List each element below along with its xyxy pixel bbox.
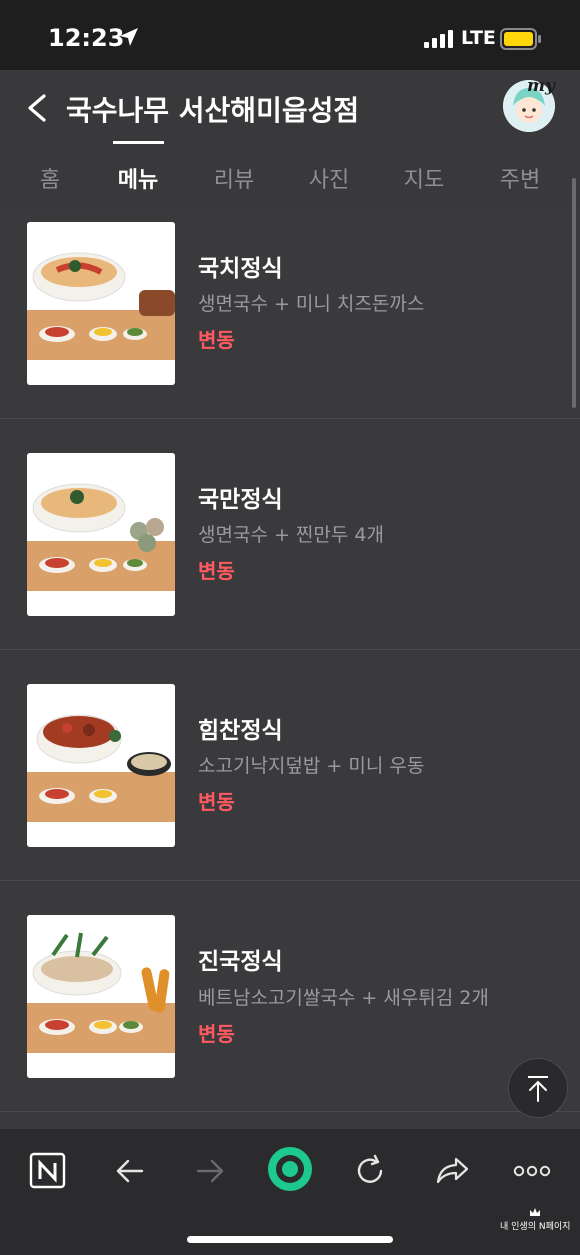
menu-item-price: 변동 <box>198 790 235 814</box>
naver-home-icon[interactable] <box>26 1149 70 1193</box>
green-dot-icon[interactable] <box>266 1145 314 1193</box>
menu-item-desc: 베트남소고기쌀국수 + 새우튀김 2개 <box>198 987 489 1009</box>
brand-note: 내 인생의 N페이지 <box>500 1222 571 1232</box>
divider <box>0 418 580 419</box>
menu-photo <box>27 453 175 616</box>
menu-photo <box>27 222 175 385</box>
crown-icon <box>530 1208 540 1216</box>
divider <box>0 1111 580 1112</box>
divider <box>0 880 580 881</box>
share-icon[interactable] <box>430 1149 474 1193</box>
list-item[interactable]: 힘찬정식 소고기낙지덮밥 + 미니 우동 변동 <box>0 667 580 897</box>
menu-item-price: 변동 <box>198 328 235 352</box>
menu-item-name: 국치정식 <box>198 256 283 282</box>
scrollbar[interactable] <box>572 178 576 408</box>
menu-item-desc: 생면국수 + 찐만두 4개 <box>198 524 384 546</box>
signal-icon <box>424 30 453 48</box>
tab-bar: 홈 메뉴 리뷰 사진 지도 주변 <box>0 140 580 212</box>
forward-arrow-icon <box>196 1159 224 1183</box>
status-bar: 12:23 LTE <box>0 0 580 70</box>
menu-item-price: 변동 <box>198 1022 235 1046</box>
tab-photo[interactable]: 사진 <box>289 162 369 194</box>
network-label: LTE <box>461 27 496 49</box>
my-badge: my <box>527 76 555 96</box>
menu-photo <box>27 915 175 1078</box>
back-chevron-icon[interactable] <box>20 90 56 126</box>
menu-photo <box>27 684 175 847</box>
menu-item-price: 변동 <box>198 559 235 583</box>
more-icon[interactable] <box>510 1149 554 1193</box>
tab-home[interactable]: 홈 <box>10 162 90 194</box>
list-item[interactable]: 국만정식 생면국수 + 찐만두 4개 변동 <box>0 437 580 667</box>
list-item[interactable]: 진국정식 베트남소고기쌀국수 + 새우튀김 2개 변동 <box>0 897 580 1127</box>
tab-nearby[interactable]: 주변 <box>480 162 560 194</box>
tab-map[interactable]: 지도 <box>384 162 464 194</box>
store-header: 국수나무 서산해미읍성점 my 홈 메뉴 리뷰 사진 지도 주변 <box>0 70 580 212</box>
home-indicator[interactable] <box>187 1236 393 1243</box>
battery-icon <box>500 28 541 50</box>
tab-review[interactable]: 리뷰 <box>194 162 274 194</box>
back-arrow-icon[interactable] <box>108 1149 152 1193</box>
status-time: 12:23 <box>48 24 125 52</box>
scroll-top-button[interactable] <box>508 1058 568 1118</box>
menu-item-name: 진국정식 <box>198 949 283 975</box>
location-arrow-icon <box>120 28 138 46</box>
store-title: 국수나무 서산해미읍성점 <box>66 94 360 127</box>
menu-item-name: 힘찬정식 <box>198 718 283 744</box>
refresh-icon[interactable] <box>348 1149 392 1193</box>
menu-item-desc: 생면국수 + 미니 치즈돈까스 <box>198 293 425 315</box>
list-item[interactable]: 국치정식 생면국수 + 미니 치즈돈까스 변동 <box>0 207 580 437</box>
menu-item-name: 국만정식 <box>198 487 283 513</box>
menu-item-desc: 소고기낙지덮밥 + 미니 우동 <box>198 755 425 777</box>
active-tab-indicator <box>113 141 164 144</box>
browser-toolbar: 내 인생의 N페이지 <box>0 1129 580 1255</box>
tab-menu[interactable]: 메뉴 <box>98 162 178 194</box>
divider <box>0 649 580 650</box>
arrow-up-icon <box>528 1076 548 1102</box>
